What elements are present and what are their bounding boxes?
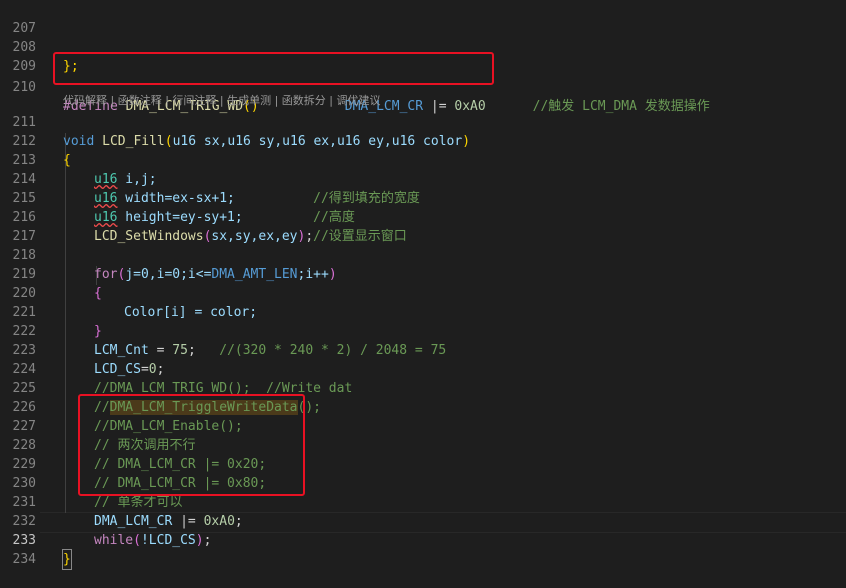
- code-line: 221 }: [0, 284, 102, 339]
- code-line: 217: [0, 208, 36, 244]
- code-editor[interactable]: 207 208 }; 209 210 #define DMA_LCM_TRIG_…: [0, 0, 846, 570]
- code-text: LCM_Cnt = 75; //(320 * 240 * 2) / 2048 =…: [94, 343, 447, 358]
- codelens-bar[interactable]: 代码解释 | 函数注释 | 行间注释 | 生成单测 | 函数拆分 | 调优建议: [0, 77, 381, 107]
- code-line: 233 }: [0, 512, 72, 570]
- code-line: 224 //DMA_LCM_TRIG_WD(); //Write dat: [0, 341, 353, 396]
- code-line: 209: [0, 38, 36, 74]
- highlight-box-define: [53, 52, 494, 85]
- code-line: 234: [0, 531, 36, 567]
- code-line: 212 {: [0, 113, 71, 168]
- line-number: 234: [12, 552, 36, 567]
- codelens-actions[interactable]: 代码解释 | 函数注释 | 行间注释 | 生成单测 | 函数拆分 | 调优建议: [63, 93, 381, 109]
- code-text: LCD_SetWindows(sx,sy,ex,ey);//设置显示窗口: [94, 229, 407, 244]
- code-text: DMA_LCM_CR |= 0xA0;: [94, 514, 243, 529]
- code-line: 215 u16 height=ey-sy+1; //高度: [0, 170, 355, 225]
- code-text: }: [94, 324, 102, 339]
- code-line: 223 LCD_CS=0;: [0, 322, 165, 377]
- code-line: 218 for(j=0,i=0;i<=DMA_AMT_LEN;i++): [0, 227, 337, 282]
- code-line: 225 //DMA_LCM_TriggleWriteData();: [0, 360, 321, 415]
- code-text: LCD_CS=0;: [94, 362, 165, 377]
- code-line: 228 // DMA_LCM_CR |= 0x20;: [0, 417, 267, 472]
- code-line: 231 DMA_LCM_CR |= 0xA0;: [0, 474, 243, 529]
- highlight-box-code-block: [78, 394, 305, 496]
- code-line: 226 //DMA_LCM_Enable();: [0, 379, 243, 434]
- code-line: 214 u16 width=ex-sx+1; //得到填充的宽度: [0, 151, 420, 206]
- code-line: 220 Color[i] = color;: [0, 265, 258, 320]
- code-text: u16 i,j;: [94, 172, 157, 187]
- code-line: 211 void LCD_Fill(u16 sx,u16 sy,u16 ex,u…: [0, 94, 471, 149]
- code-text: {: [63, 153, 71, 168]
- code-text: {: [94, 286, 102, 301]
- code-line: 216 LCD_SetWindows(sx,sy,ex,ey);//设置显示窗口: [0, 189, 407, 244]
- code-line: 232 while(!LCD_CS);: [0, 493, 212, 548]
- code-text: for(j=0,i=0;i<=DMA_AMT_LEN;i++): [94, 267, 337, 282]
- code-line: 213 u16 i,j;: [0, 132, 157, 187]
- code-line: 219 {: [0, 246, 102, 301]
- code-text: Color[i] = color;: [124, 305, 258, 320]
- code-line: 208 };: [0, 19, 79, 74]
- code-text: while(!LCD_CS);: [94, 533, 212, 548]
- code-line: 229 // DMA_LCM_CR |= 0x80;: [0, 436, 267, 491]
- indent-guide: [65, 133, 66, 513]
- code-line: 210 #define DMA_LCM_TRIG_WD() DMA_LCM_CR…: [0, 59, 710, 114]
- code-text: u16 width=ex-sx+1; //得到填充的宽度: [94, 191, 420, 206]
- code-text: u16 height=ey-sy+1; //高度: [94, 210, 355, 225]
- code-text: void LCD_Fill(u16 sx,u16 sy,u16 ex,u16 e…: [63, 134, 471, 149]
- code-line: 207: [0, 0, 36, 36]
- code-line: 230 // 单条才可以: [0, 455, 183, 510]
- code-line: 227 // 两次调用不行: [0, 398, 196, 453]
- code-text: }: [62, 549, 72, 570]
- code-line: 222 LCM_Cnt = 75; //(320 * 240 * 2) / 20…: [0, 303, 447, 358]
